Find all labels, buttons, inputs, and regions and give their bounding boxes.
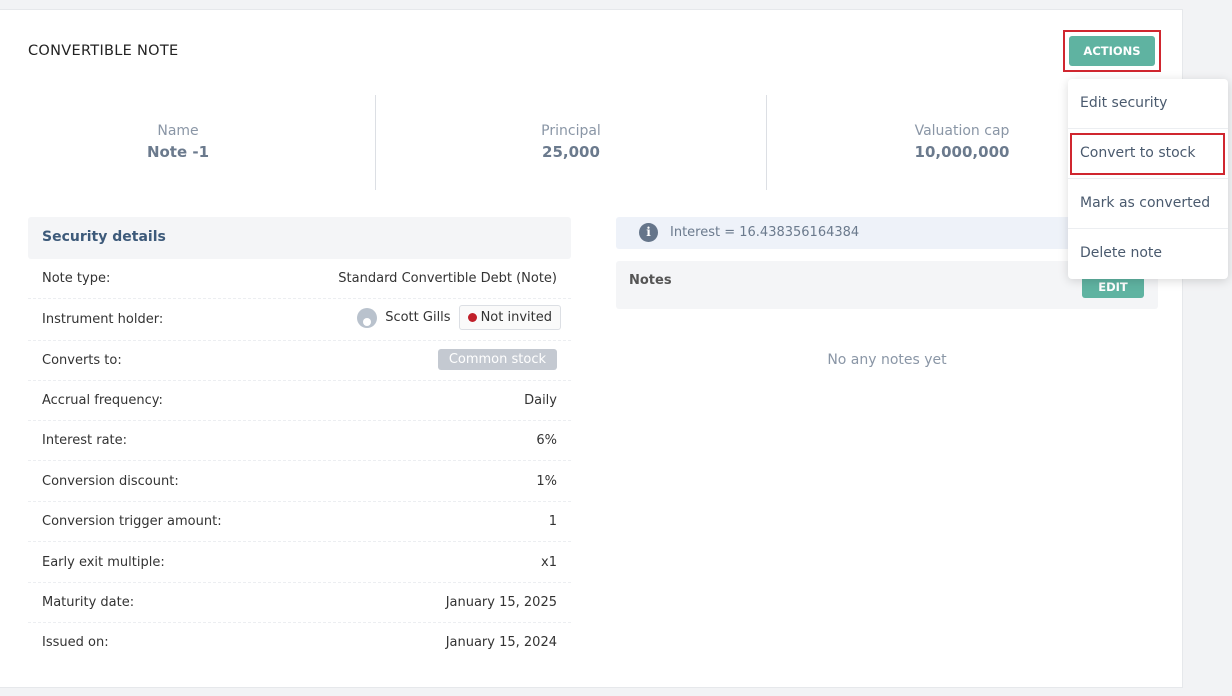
menu-item-edit-security[interactable]: Edit security <box>1068 79 1228 129</box>
row-maturity-date: Maturity date: January 15, 2025 <box>28 583 571 623</box>
row-value: January 15, 2025 <box>445 595 557 610</box>
menu-item-label: Edit security <box>1080 95 1168 111</box>
actions-dropdown-menu: Edit security Convert to stock Mark as c… <box>1068 79 1228 279</box>
notes-title: Notes <box>629 273 672 288</box>
row-conversion-discount: Conversion discount: 1% <box>28 462 571 502</box>
status-text: Not invited <box>480 310 552 325</box>
row-interest-rate: Interest rate: 6% <box>28 421 571 461</box>
row-label: Accrual frequency: <box>42 393 163 408</box>
avatar-icon <box>357 307 378 328</box>
row-label: Note type: <box>42 271 111 286</box>
row-label: Early exit multiple: <box>42 555 165 570</box>
convert-to-stock-highlight <box>1070 133 1225 175</box>
holder-name[interactable]: Scott Gills <box>385 310 450 325</box>
menu-item-delete-note[interactable]: Delete note <box>1068 229 1228 279</box>
menu-item-mark-as-converted[interactable]: Mark as converted <box>1068 179 1228 229</box>
row-label: Conversion trigger amount: <box>42 514 222 529</box>
row-accrual-frequency: Accrual frequency: Daily <box>28 381 571 421</box>
edit-notes-button[interactable]: EDIT <box>1082 276 1144 298</box>
row-issued-on: Issued on: January 15, 2024 <box>28 623 571 663</box>
row-converts-to: Converts to: Common stock <box>28 341 571 381</box>
summary-principal: Principal 25,000 <box>376 95 766 190</box>
summary-label: Name <box>157 123 199 139</box>
row-value: 6% <box>536 433 557 448</box>
row-value: 1 <box>548 514 557 529</box>
converts-to-tag: Common stock <box>437 349 557 370</box>
summary-label: Principal <box>541 123 601 139</box>
row-value: January 15, 2024 <box>445 635 557 650</box>
row-early-exit-multiple: Early exit multiple: x1 <box>28 543 571 583</box>
row-conversion-trigger: Conversion trigger amount: 1 <box>28 502 571 542</box>
empty-notes-message: No any notes yet <box>827 352 947 368</box>
summary-value: 25,000 <box>542 143 600 161</box>
summary-value: Note -1 <box>146 143 210 161</box>
summary-name: Name Note -1 <box>28 95 328 190</box>
status-badge: Not invited <box>458 305 561 330</box>
actions-highlight: ACTIONS <box>1063 30 1161 72</box>
info-icon: i <box>639 223 658 242</box>
row-label: Instrument holder: <box>42 312 164 327</box>
security-details-header: Security details <box>28 217 571 259</box>
row-value: Standard Convertible Debt (Note) <box>338 271 557 286</box>
row-note-type: Note type: Standard Convertible Debt (No… <box>28 259 571 299</box>
page-title: CONVERTIBLE NOTE <box>28 43 179 59</box>
row-label: Interest rate: <box>42 433 128 448</box>
row-instrument-holder: Instrument holder: Scott Gills Not invit… <box>28 299 571 341</box>
interest-text: Interest = 16.438356164384 <box>670 225 860 240</box>
menu-item-label: Delete note <box>1080 245 1162 261</box>
row-value: 1% <box>536 474 557 489</box>
actions-button[interactable]: ACTIONS <box>1069 36 1155 66</box>
row-label: Issued on: <box>42 635 109 650</box>
row-value: Daily <box>524 393 557 408</box>
security-details-title: Security details <box>42 229 166 245</box>
row-label: Converts to: <box>42 353 122 368</box>
status-dot-icon <box>467 313 477 322</box>
row-label: Conversion discount: <box>42 474 179 489</box>
holder-info: Scott Gills Not invited <box>357 305 561 330</box>
menu-item-label: Mark as converted <box>1080 195 1211 211</box>
row-label: Maturity date: <box>42 595 135 610</box>
row-value: x1 <box>541 555 557 570</box>
summary-strip: Name Note -1 Principal 25,000 Valuation … <box>0 95 1160 190</box>
